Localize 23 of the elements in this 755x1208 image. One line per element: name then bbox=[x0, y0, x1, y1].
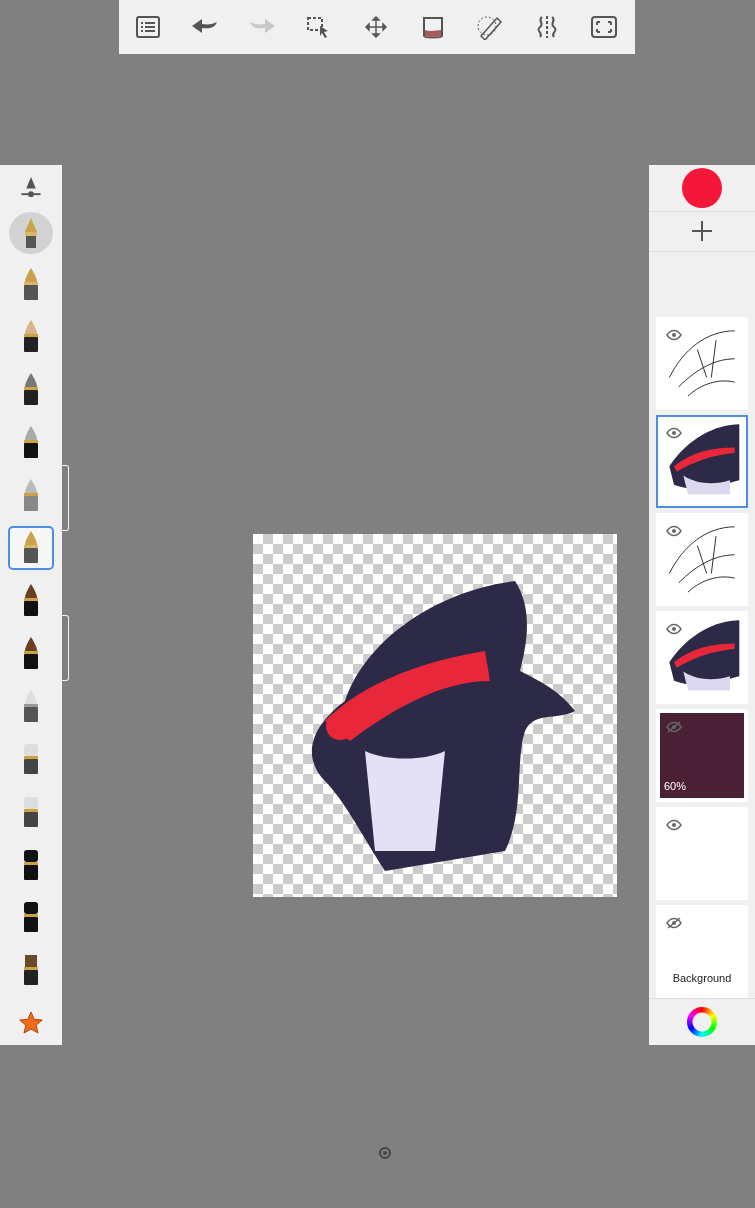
color-wheel-icon[interactable] bbox=[687, 1007, 717, 1038]
layer-name: Background bbox=[671, 972, 733, 985]
star-icon bbox=[18, 1009, 44, 1036]
fullscreen-icon bbox=[588, 14, 619, 40]
layer-item[interactable]: Background bbox=[656, 905, 748, 999]
eye-icon[interactable] bbox=[666, 427, 682, 440]
current-brush-icon[interactable] bbox=[9, 211, 53, 255]
hidden-eye-icon[interactable] bbox=[666, 917, 682, 930]
panel-handle[interactable] bbox=[62, 615, 69, 681]
transparent-canvas[interactable] bbox=[253, 534, 617, 897]
plus-icon bbox=[690, 219, 714, 244]
eye-icon[interactable] bbox=[666, 819, 682, 832]
eye-icon[interactable] bbox=[666, 329, 682, 342]
eye-icon[interactable] bbox=[666, 525, 682, 538]
color-swatch[interactable] bbox=[682, 167, 722, 208]
panel-handle[interactable] bbox=[62, 465, 69, 531]
ruler-icon bbox=[474, 14, 505, 40]
layer-opacity: 60% bbox=[664, 780, 687, 793]
eye-icon[interactable] bbox=[666, 623, 682, 636]
brush-button[interactable] bbox=[8, 526, 54, 571]
sync-icon bbox=[378, 1146, 392, 1160]
brush-size-icon bbox=[19, 175, 43, 200]
layer-item[interactable]: 60% bbox=[656, 709, 748, 803]
